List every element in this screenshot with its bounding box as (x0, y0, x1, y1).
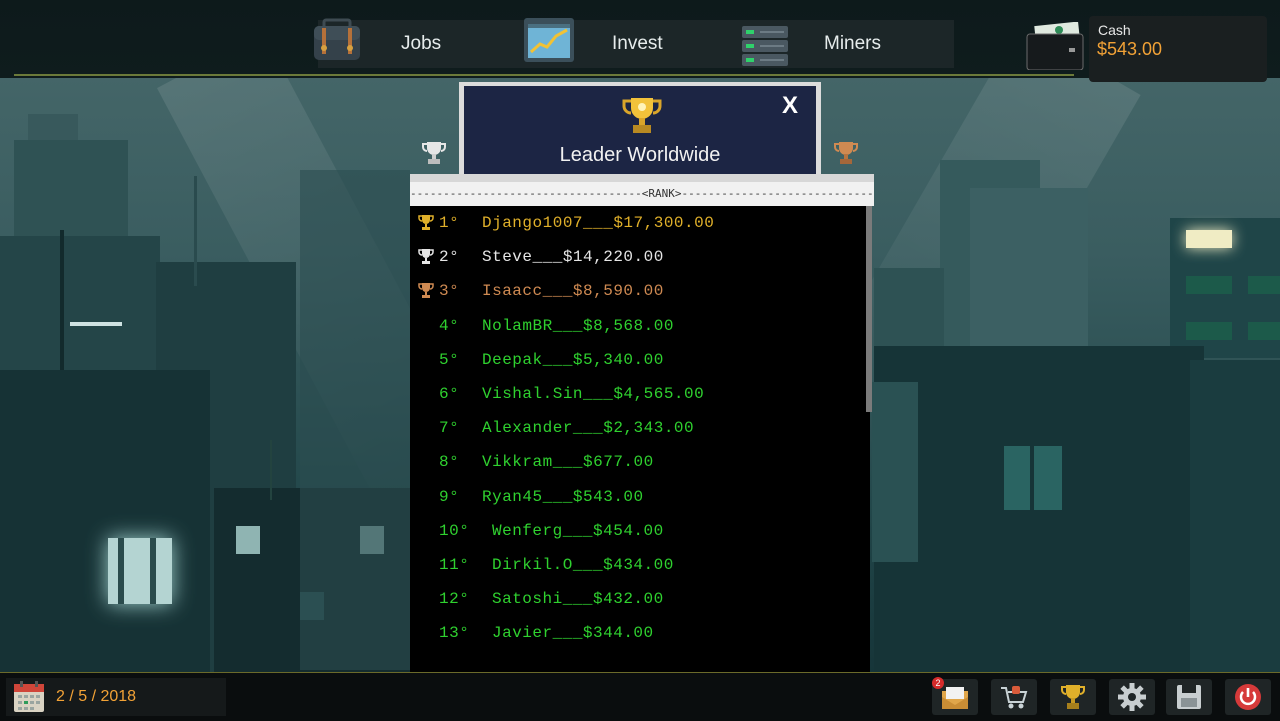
leaderboard-row: 2° Steve___$14,220.00 (410, 240, 870, 274)
leaderboard-row: 4° NolamBR___$8,568.00 (410, 309, 870, 343)
power-icon (1235, 684, 1261, 710)
calendar-icon (14, 681, 44, 712)
mail-badge: 2 (932, 677, 944, 689)
settings-button[interactable] (1109, 679, 1155, 715)
bottom-bar: 2 / 5 / 2018 2 (0, 672, 1280, 721)
wallet-icon (1026, 22, 1084, 70)
top-divider (14, 74, 1074, 76)
rank-number: 2° (439, 248, 460, 267)
chart-icon (524, 18, 574, 62)
modal-title: Leader Worldwide (559, 144, 721, 166)
rank-number: 13° (439, 624, 470, 643)
player-entry: Vishal.Sin___$4,565.00 (482, 385, 705, 403)
player-entry: NolamBR___$8,568.00 (482, 316, 674, 335)
briefcase-icon (314, 18, 360, 60)
leaderboard-row: 11° Dirkil.O___$434.00 (410, 548, 870, 582)
quit-button[interactable] (1225, 679, 1271, 715)
leaderboard-button[interactable] (1050, 679, 1096, 715)
leaderboard-header: Leader Worldwide X (459, 82, 821, 174)
jobs-button[interactable]: Jobs (310, 18, 520, 68)
scrollbar[interactable] (866, 206, 872, 412)
rank-number: 1° (439, 214, 460, 232)
leaderboard-row: 6° Vishal.Sin___$4,565.00 (410, 377, 870, 411)
cash-panel: Cash $543.00 (1089, 16, 1267, 82)
leaderboard-row: 3° Isaacc___$8,590.00 (410, 274, 870, 308)
shop-cart-icon (1001, 686, 1028, 709)
mail-button[interactable]: 2 (932, 677, 978, 715)
save-icon (1177, 685, 1201, 709)
cash-label: Cash (1098, 22, 1131, 38)
gold-trophy-icon (418, 214, 434, 232)
rank-number: 4° (439, 316, 460, 335)
gear-icon (1118, 683, 1146, 711)
invest-button[interactable]: Invest (522, 18, 732, 68)
player-entry: Steve___$14,220.00 (482, 248, 664, 267)
top-bar: Jobs Invest Miners Cash $543.00 (0, 0, 1280, 82)
save-button[interactable] (1166, 679, 1212, 715)
rank-number: 5° (439, 350, 460, 369)
gold-trophy-icon (622, 98, 662, 133)
leaderboard-row: 10° Wenferg___$454.00 (410, 514, 870, 548)
leaderboard-row: 12° Satoshi___$432.00 (410, 582, 870, 616)
date-panel: 2 / 5 / 2018 (6, 678, 226, 716)
rank-number: 10° (439, 521, 470, 540)
mail-icon (942, 687, 968, 709)
rank-number: 9° (439, 487, 460, 506)
leaderboard-row: 7° Alexander___$2,343.00 (410, 411, 870, 445)
bronze-trophy-icon (834, 142, 858, 164)
rank-number: 12° (439, 590, 470, 609)
rank-number: 8° (439, 453, 460, 472)
silver-trophy-icon (418, 248, 434, 266)
leaderboard-row: 9° Ryan45___$543.00 (410, 480, 870, 514)
trophy-icon (1061, 685, 1085, 709)
miners-label: Miners (824, 33, 882, 54)
rank-number: 7° (439, 419, 460, 438)
date-value: 2 / 5 / 2018 (56, 688, 137, 705)
player-entry: Satoshi___$432.00 (492, 590, 664, 609)
player-entry: Wenferg___$454.00 (492, 521, 664, 540)
leaderboard-row: 8° Vikkram___$677.00 (410, 445, 870, 479)
rank-number: 6° (439, 385, 460, 403)
player-entry: Isaacc___$8,590.00 (482, 282, 664, 301)
silver-trophy-icon (422, 142, 446, 164)
player-entry: Ryan45___$543.00 (482, 487, 644, 506)
miners-button[interactable]: Miners (736, 20, 954, 68)
player-entry: Javier___$344.00 (492, 624, 654, 643)
shop-button[interactable] (991, 679, 1037, 715)
leaderboard-row: 1° Django1007___$17,300.00 (410, 206, 870, 240)
server-rack-icon (742, 26, 788, 66)
leaderboard-row: 13° Javier___$344.00 (410, 616, 870, 650)
player-entry: Dirkil.O___$434.00 (492, 556, 674, 574)
cash-value: $543.00 (1097, 39, 1163, 59)
close-button[interactable]: X (782, 92, 798, 120)
rank-number: 3° (439, 282, 460, 301)
leaderboard-row: 5° Deepak___$5,340.00 (410, 343, 870, 377)
bronze-trophy-icon (418, 282, 434, 300)
player-entry: Django1007___$17,300.00 (482, 214, 715, 232)
player-entry: Deepak___$5,340.00 (482, 350, 664, 369)
invest-label: Invest (612, 33, 663, 54)
jobs-label: Jobs (401, 33, 442, 54)
rank-header: -----------------------------------<RANK… (410, 174, 874, 206)
leaderboard-list[interactable]: 1° Django1007___$17,300.00 2° Steve___$14,2… (410, 206, 870, 672)
player-entry: Alexander___$2,343.00 (482, 419, 695, 438)
rank-number: 11° (439, 556, 470, 574)
player-entry: Vikkram___$677.00 (482, 453, 654, 472)
